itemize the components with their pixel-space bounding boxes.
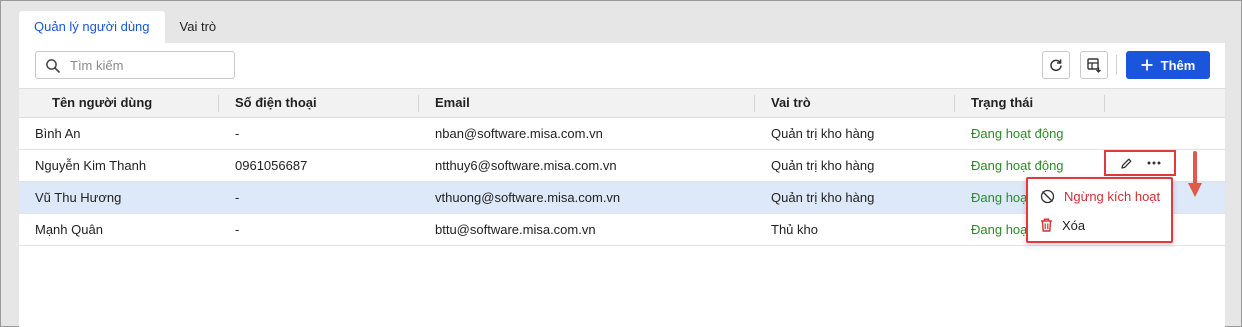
pencil-icon bbox=[1120, 158, 1131, 169]
header-name[interactable]: Tên người dùng bbox=[52, 89, 152, 117]
search-input[interactable] bbox=[70, 56, 230, 74]
plus-icon bbox=[1141, 59, 1153, 71]
tab-roles[interactable]: Vai trò bbox=[165, 11, 232, 43]
column-resize-handle[interactable] bbox=[418, 95, 419, 112]
arrow-down-icon bbox=[1188, 151, 1202, 197]
header-status[interactable]: Trạng thái bbox=[971, 89, 1033, 117]
tab-bar: Quản lý người dùng Vai trò bbox=[19, 11, 231, 43]
app-frame: Quản lý người dùng Vai trò Tìm kiếm Thêm… bbox=[0, 0, 1242, 327]
tab-user-management[interactable]: Quản lý người dùng bbox=[19, 11, 165, 43]
column-resize-handle[interactable] bbox=[754, 95, 755, 112]
search-icon bbox=[46, 59, 60, 73]
cell-phone: 0961056687 bbox=[235, 158, 308, 173]
cell-status: Đang hoạt động bbox=[971, 126, 1064, 141]
refresh-button[interactable] bbox=[1042, 51, 1070, 79]
header-email[interactable]: Email bbox=[435, 89, 470, 117]
cell-name: Bình An bbox=[35, 126, 81, 141]
column-settings-button[interactable] bbox=[1080, 51, 1108, 79]
table-settings-icon bbox=[1087, 58, 1101, 73]
cell-phone: - bbox=[235, 222, 240, 237]
toolbar-divider bbox=[1116, 55, 1117, 75]
cell-name: Mạnh Quân bbox=[35, 222, 103, 237]
cell-email: vthuong@software.misa.com.vn bbox=[435, 190, 621, 205]
column-resize-handle[interactable] bbox=[218, 95, 219, 112]
header-phone[interactable]: Số điện thoại bbox=[235, 89, 317, 117]
more-dots-icon bbox=[1147, 161, 1161, 165]
edit-button[interactable] bbox=[1115, 153, 1137, 173]
column-resize-handle[interactable] bbox=[1104, 95, 1105, 112]
cell-email: ntthuy6@software.misa.com.vn bbox=[435, 158, 617, 173]
cell-role: Thủ kho bbox=[771, 222, 818, 237]
trash-icon bbox=[1041, 218, 1052, 232]
toolbar: Thêm bbox=[19, 43, 1225, 87]
cell-phone: - bbox=[235, 190, 240, 205]
header-role[interactable]: Vai trò bbox=[771, 89, 811, 117]
more-actions-button[interactable] bbox=[1143, 153, 1165, 173]
cell-name: Nguyễn Kim Thanh bbox=[35, 158, 147, 173]
deactivate-icon bbox=[1040, 189, 1055, 203]
menu-item-deactivate[interactable]: Ngừng kích hoạt bbox=[1028, 182, 1171, 210]
menu-item-delete[interactable]: Xóa bbox=[1028, 211, 1171, 239]
cell-email: bttu@software.misa.com.vn bbox=[435, 222, 596, 237]
cell-phone: - bbox=[235, 126, 240, 141]
row-context-menu: Ngừng kích hoạt Xóa bbox=[1026, 177, 1173, 243]
row-actions-highlight bbox=[1104, 150, 1176, 176]
add-button-label: Thêm bbox=[1160, 57, 1196, 73]
add-user-button[interactable]: Thêm bbox=[1126, 51, 1210, 79]
cell-role: Quản trị kho hàng bbox=[771, 190, 875, 205]
cell-role: Quản trị kho hàng bbox=[771, 126, 875, 141]
search-box[interactable] bbox=[35, 51, 235, 79]
menu-item-label: Ngừng kích hoạt bbox=[1064, 188, 1161, 204]
cell-name: Vũ Thu Hương bbox=[35, 190, 122, 205]
menu-item-label: Xóa bbox=[1062, 217, 1086, 233]
column-resize-handle[interactable] bbox=[954, 95, 955, 112]
table-row[interactable]: Bình An - nban@software.misa.com.vn Quản… bbox=[19, 118, 1225, 150]
refresh-icon bbox=[1050, 59, 1062, 72]
cell-role: Quản trị kho hàng bbox=[771, 158, 875, 173]
cell-email: nban@software.misa.com.vn bbox=[435, 126, 603, 141]
table-header: Tên người dùng Số điện thoại Email Vai t… bbox=[19, 88, 1225, 118]
